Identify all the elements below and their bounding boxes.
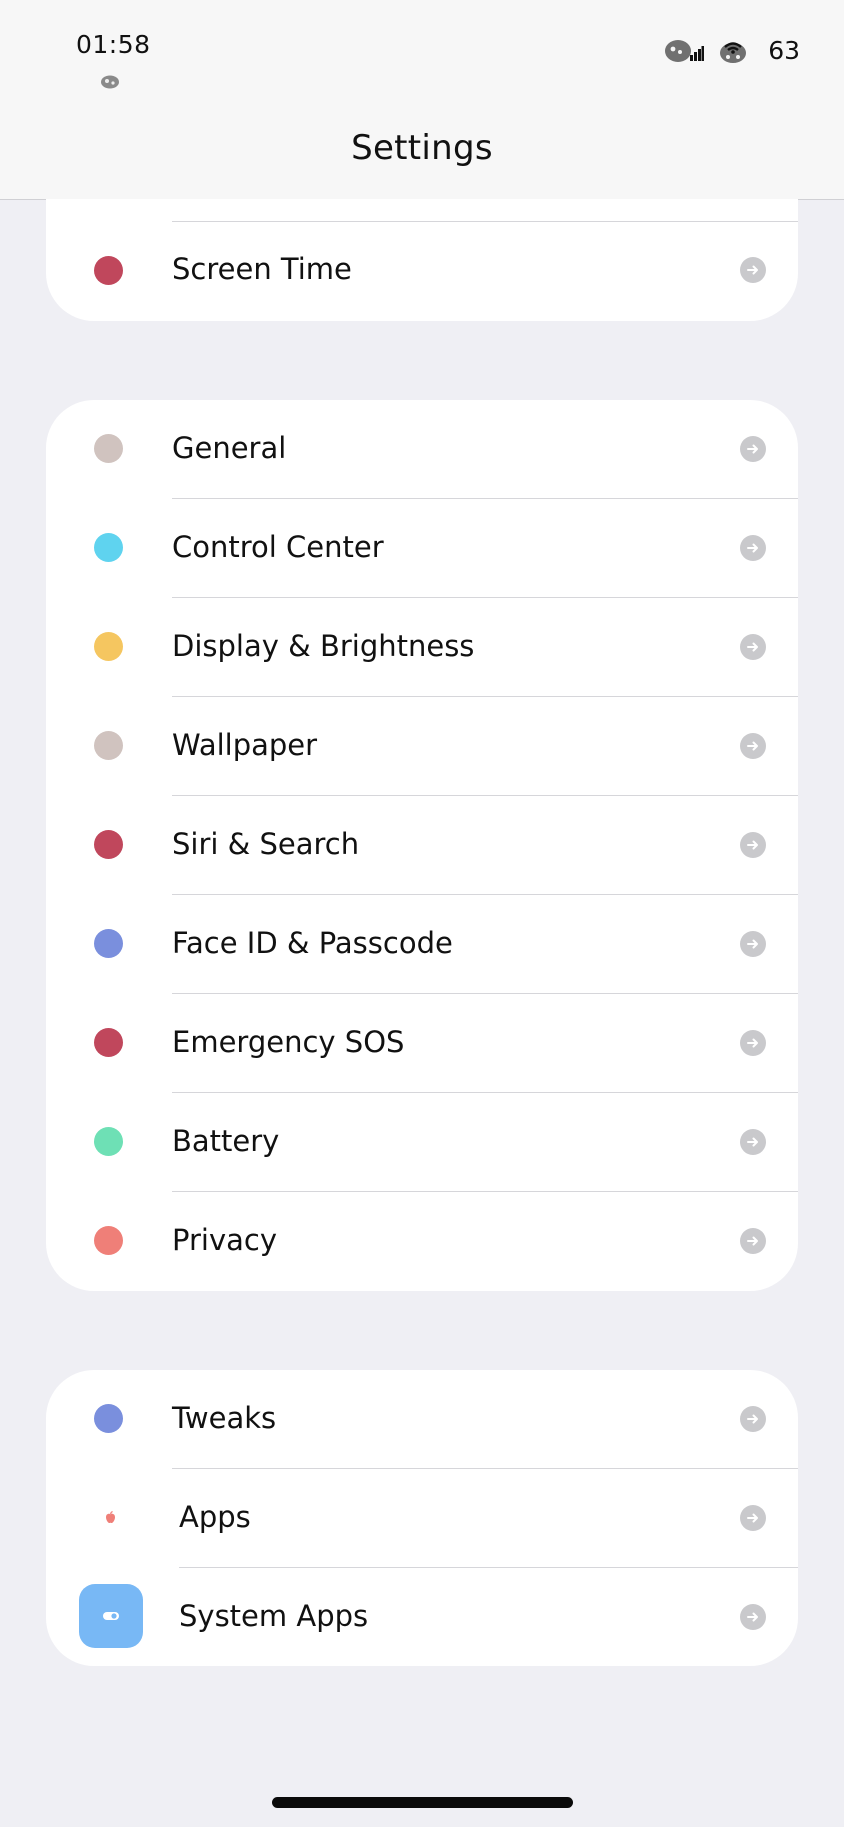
privacy-icon [94, 1226, 123, 1255]
settings-row-system-apps[interactable]: System Apps [46, 1568, 798, 1666]
navigation-bar: 01:58 63 Settings [0, 0, 844, 200]
chevron-right-icon [740, 1406, 766, 1432]
chevron-right-icon [740, 1030, 766, 1056]
row-label: Battery [172, 1124, 280, 1158]
row-label: Control Center [172, 530, 384, 564]
settings-row-privacy[interactable]: Privacy [46, 1192, 798, 1291]
chevron-right-icon [740, 634, 766, 660]
chevron-right-icon [740, 832, 766, 858]
row-label: Siri & Search [172, 827, 360, 861]
tweaks-icon [94, 1404, 123, 1433]
screen-time-icon [94, 256, 123, 285]
row-label: Tweaks [172, 1401, 277, 1435]
settings-group-general: General Control Center Display & Brightn… [46, 400, 798, 1291]
status-right: 63 [664, 36, 800, 65]
wifi-icon [720, 41, 747, 63]
status-bar: 01:58 63 [0, 0, 844, 100]
settings-row-apps[interactable]: Apps [46, 1469, 798, 1568]
row-label: Apps [179, 1500, 251, 1534]
chevron-right-icon [740, 1129, 766, 1155]
cellular-signal-icon [665, 39, 705, 62]
settings-row-general[interactable]: General [46, 400, 798, 499]
home-indicator[interactable] [272, 1797, 573, 1808]
row-label: Display & Brightness [172, 629, 475, 663]
chevron-right-icon [740, 436, 766, 462]
siri-search-icon [94, 830, 123, 859]
battery-icon [94, 1127, 123, 1156]
chevron-right-icon [740, 931, 766, 957]
settings-row-wallpaper[interactable]: Wallpaper [46, 697, 798, 796]
settings-group-screen-time: Screen Time [46, 199, 798, 321]
chevron-right-icon [740, 535, 766, 561]
control-center-icon [94, 533, 123, 562]
chevron-right-icon [740, 733, 766, 759]
page-title: Settings [351, 128, 493, 168]
row-label: Wallpaper [172, 728, 318, 762]
row-label: System Apps [179, 1599, 369, 1633]
row-label: Screen Time [172, 252, 352, 286]
status-activity-icon [101, 75, 119, 89]
settings-row-emergency-sos[interactable]: Emergency SOS [46, 994, 798, 1093]
battery-percentage: 63 [768, 36, 800, 65]
chevron-right-icon [740, 1604, 766, 1630]
settings-group-tweaks: Tweaks Apps System Apps [46, 1370, 798, 1666]
settings-row-face-id-passcode[interactable]: Face ID & Passcode [46, 895, 798, 994]
wallpaper-icon [94, 731, 123, 760]
display-brightness-icon [94, 632, 123, 661]
settings-row-control-center[interactable]: Control Center [46, 499, 798, 598]
separator [172, 221, 798, 222]
row-label: General [172, 431, 287, 465]
chevron-right-icon [740, 257, 766, 283]
face-id-icon [94, 929, 123, 958]
settings-row-tweaks[interactable]: Tweaks [46, 1370, 798, 1469]
chevron-right-icon [740, 1228, 766, 1254]
emergency-sos-icon [94, 1028, 123, 1057]
toggle-app-icon [79, 1584, 143, 1648]
row-label: Emergency SOS [172, 1025, 405, 1059]
row-label: Face ID & Passcode [172, 926, 453, 960]
settings-row-siri-search[interactable]: Siri & Search [46, 796, 798, 895]
settings-row-screen-time[interactable]: Screen Time [46, 223, 798, 321]
settings-row-display-brightness[interactable]: Display & Brightness [46, 598, 798, 697]
row-label: Privacy [172, 1223, 277, 1257]
chevron-right-icon [740, 1505, 766, 1531]
general-icon [94, 434, 123, 463]
apple-icon [106, 1511, 115, 1523]
status-time: 01:58 [76, 30, 151, 59]
settings-row-battery[interactable]: Battery [46, 1093, 798, 1192]
